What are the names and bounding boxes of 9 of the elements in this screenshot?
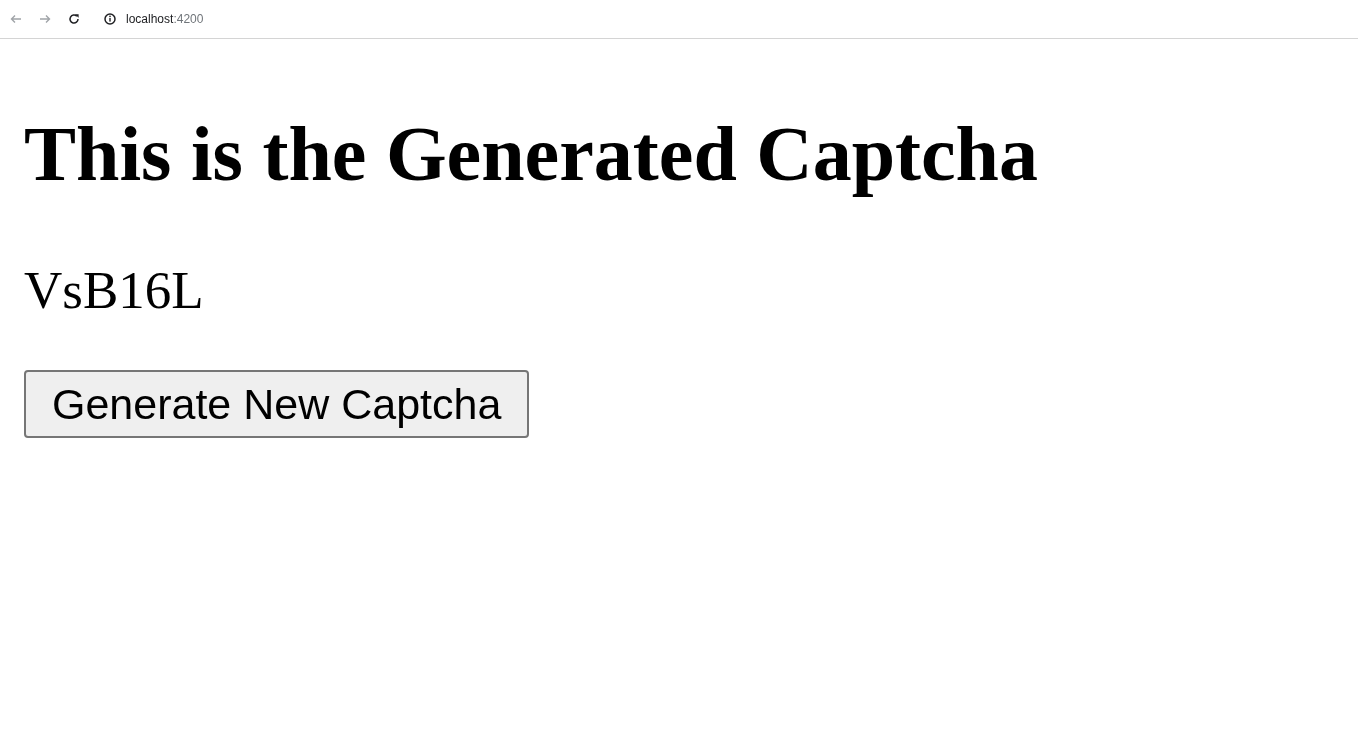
generate-captcha-button[interactable]: Generate New Captcha: [24, 370, 530, 438]
reload-icon: [68, 13, 80, 25]
reload-button[interactable]: [68, 13, 80, 25]
forward-arrow-icon: [39, 13, 51, 25]
captcha-text: VsB16L: [24, 260, 204, 320]
info-icon[interactable]: [104, 13, 116, 25]
address-text[interactable]: localhost:4200: [126, 12, 204, 26]
back-arrow-icon: [10, 13, 22, 25]
page-heading: This is the Generated Captcha: [24, 109, 1038, 199]
